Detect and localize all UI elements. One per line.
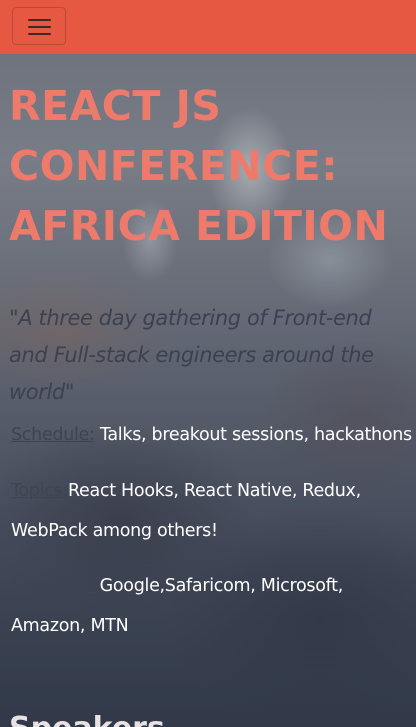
navbar-toggle-button[interactable] (12, 7, 66, 45)
topics-info: Topics:React Hooks, React Native, Redux,… (11, 471, 413, 551)
schedule-link[interactable]: Schedule: (11, 425, 95, 445)
conference-title: REACT JS CONFERENCE: AFRICA EDITION (9, 82, 389, 250)
next-section-heading: Speakers (9, 714, 413, 727)
hamburger-menu-icon-bottom-bar (28, 33, 51, 35)
hamburger-menu-icon-middle-bar (28, 26, 51, 28)
hamburger-menu-icon (28, 19, 51, 21)
conference-tagline: "A three day gathering of Front-end and … (9, 306, 374, 404)
schedule-info: Schedule: Talks, breakout sessions, hack… (11, 415, 413, 455)
navbar (0, 0, 416, 54)
sponsors-info: Sponsors: Google,Safaricom, Microsoft, A… (11, 566, 413, 646)
sponsors-link[interactable]: Sponsors: (11, 576, 95, 596)
landing-page: REACT JS CONFERENCE: AFRICA EDITION "A t… (0, 0, 416, 727)
schedule-value: Talks, breakout sessions, hackathons (94, 425, 412, 445)
topics-link[interactable]: Topics: (11, 481, 68, 501)
